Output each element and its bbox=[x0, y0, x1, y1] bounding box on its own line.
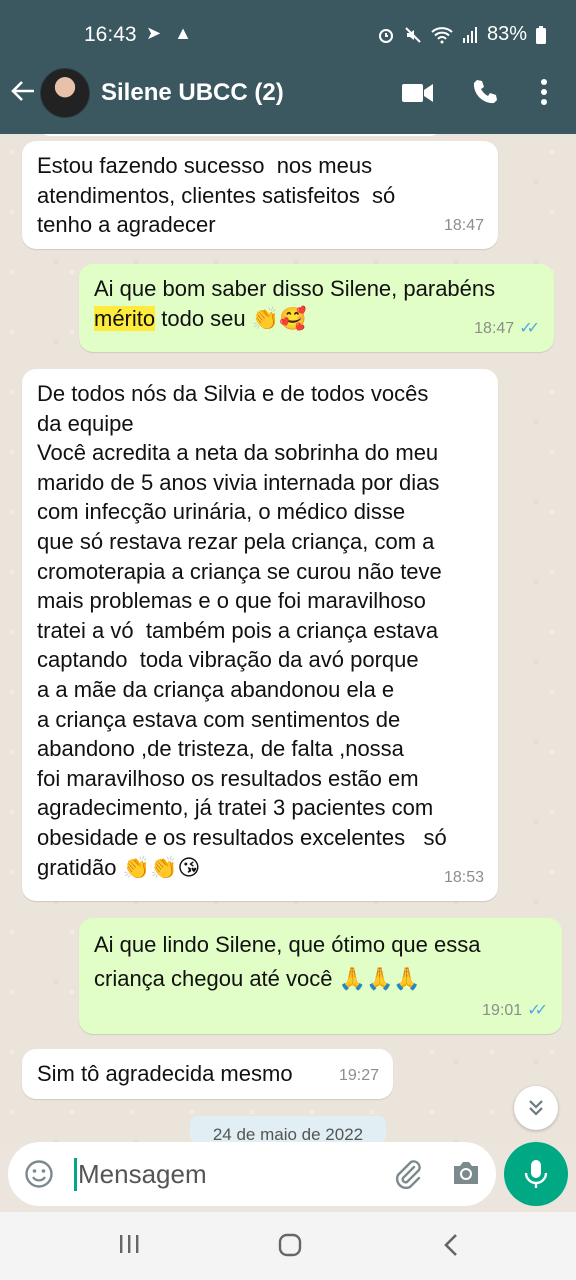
previous-message-bubble-edge bbox=[38, 134, 442, 136]
message-meta: 18:53 bbox=[444, 863, 484, 893]
phone-icon bbox=[473, 80, 497, 104]
message-bubble-outgoing[interactable]: Ai que bom saber disso Silene, parabéns … bbox=[79, 264, 554, 352]
message-meta: 19:27 bbox=[339, 1061, 379, 1091]
video-call-button[interactable] bbox=[402, 82, 434, 109]
message-meta: 19:01 ✓✓ bbox=[482, 996, 548, 1026]
contact-name[interactable]: Silene UBCC (2) bbox=[101, 79, 284, 107]
message-text: Ai que bom saber disso Silene, parabéns … bbox=[94, 274, 539, 333]
microphone-icon bbox=[524, 1160, 548, 1188]
home-icon bbox=[278, 1233, 302, 1257]
system-navigation-bar bbox=[0, 1212, 576, 1280]
status-notification-icons: ➤ ▲ bbox=[146, 23, 196, 43]
message-composer: Mensagem bbox=[8, 1142, 496, 1206]
wifi-icon bbox=[431, 26, 453, 43]
chat-header: Silene UBCC (2) bbox=[0, 54, 576, 134]
home-button[interactable] bbox=[277, 1232, 303, 1263]
message-time: 18:47 bbox=[474, 320, 515, 338]
message-text: Sim tô agradecida mesmo bbox=[37, 1061, 293, 1086]
attach-button[interactable] bbox=[392, 1157, 424, 1194]
message-time: 18:53 bbox=[443, 869, 484, 887]
date-divider: 24 de maio de 2022 bbox=[190, 1116, 386, 1144]
search-highlight: mérito bbox=[94, 305, 156, 331]
message-text-part: Ai que bom saber disso Silene, parabéns bbox=[94, 276, 496, 301]
back-nav-button[interactable] bbox=[442, 1232, 460, 1263]
message-bubble-incoming[interactable]: Estou fazendo sucesso nos meus atendimen… bbox=[22, 141, 498, 249]
message-meta: 18:47 bbox=[444, 211, 484, 241]
recent-apps-button[interactable] bbox=[118, 1232, 140, 1261]
arrow-left-icon bbox=[11, 81, 34, 101]
battery-icon bbox=[536, 25, 546, 44]
message-time: 18:47 bbox=[443, 217, 484, 235]
back-button[interactable] bbox=[10, 78, 36, 110]
camera-icon bbox=[454, 1162, 478, 1184]
text-caret bbox=[74, 1158, 77, 1191]
status-time: 16:43 bbox=[84, 23, 137, 46]
chevron-left-icon bbox=[444, 1234, 457, 1256]
status-right-icons: 83% bbox=[377, 23, 546, 46]
voice-record-button[interactable] bbox=[504, 1142, 568, 1206]
mute-icon bbox=[405, 26, 421, 43]
double-chevron-down-icon bbox=[529, 1100, 543, 1116]
emoji-icon bbox=[25, 1160, 53, 1188]
read-receipt-icon: ✓✓ bbox=[527, 1002, 548, 1020]
voice-call-button[interactable] bbox=[471, 78, 499, 111]
message-bubble-incoming[interactable]: De todos nós da Silvia e de todos vocês … bbox=[22, 369, 498, 901]
message-time: 19:01 bbox=[482, 1002, 523, 1020]
emoji-button[interactable] bbox=[24, 1159, 54, 1194]
signal-icon bbox=[462, 26, 477, 43]
message-time: 19:27 bbox=[338, 1067, 379, 1085]
more-options-button[interactable] bbox=[539, 78, 549, 111]
alarm-icon bbox=[378, 28, 393, 43]
message-text: Estou fazendo sucesso nos meus atendimen… bbox=[37, 153, 396, 238]
message-text: De todos nós da Silvia e de todos vocês … bbox=[37, 381, 447, 880]
paperclip-icon bbox=[395, 1160, 421, 1190]
message-list[interactable]: Estou fazendo sucesso nos meus atendimen… bbox=[0, 134, 576, 1144]
message-bubble-outgoing[interactable]: Ai que lindo Silene, que ótimo que essa … bbox=[79, 918, 562, 1034]
scroll-to-bottom-button[interactable] bbox=[514, 1086, 558, 1130]
contact-avatar[interactable] bbox=[40, 68, 90, 118]
more-vertical-icon bbox=[541, 79, 547, 105]
message-text-part: todo seu 👏🥰 bbox=[155, 305, 307, 331]
recent-apps-icon bbox=[120, 1235, 139, 1253]
battery-percentage: 83% bbox=[486, 23, 527, 45]
message-text: Ai que lindo Silene, que ótimo que essa … bbox=[94, 932, 481, 991]
message-input[interactable]: Mensagem bbox=[78, 1157, 378, 1191]
read-receipt-icon: ✓✓ bbox=[519, 320, 540, 338]
camera-button[interactable] bbox=[451, 1159, 481, 1192]
video-camera-icon bbox=[402, 84, 433, 102]
message-meta: 18:47 ✓✓ bbox=[474, 314, 540, 344]
message-bubble-incoming[interactable]: Sim tô agradecida mesmo 19:27 bbox=[22, 1049, 393, 1099]
